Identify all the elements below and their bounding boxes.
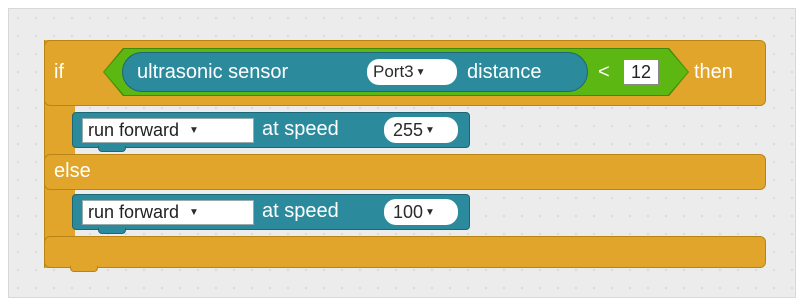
then-label: then — [694, 61, 733, 83]
action-dropdown-else[interactable]: run forward ▼ — [82, 200, 254, 225]
block-bottom-notch — [70, 266, 98, 272]
chevron-down-icon: ▼ — [415, 66, 426, 78]
else-block-divider[interactable] — [44, 154, 766, 190]
if-label: if — [54, 61, 64, 83]
block-notch — [98, 146, 126, 152]
distance-label: distance — [467, 61, 542, 83]
action-dropdown-then[interactable]: run forward ▼ — [82, 118, 254, 143]
port-value: Port3 — [373, 62, 414, 81]
action-value: run forward — [88, 202, 180, 222]
block-notch — [98, 228, 126, 234]
port-dropdown[interactable]: Port3 ▼ — [367, 59, 457, 85]
action-value: run forward — [88, 120, 180, 140]
speed-dropdown-else[interactable]: 100 ▼ — [384, 199, 458, 225]
speed-dropdown-then[interactable]: 255 ▼ — [384, 117, 458, 143]
at-speed-label: at speed — [262, 118, 339, 140]
speed-value: 255 — [393, 119, 424, 140]
distance-threshold-input[interactable]: 12 — [623, 59, 659, 85]
chevron-down-icon: ▼ — [425, 124, 435, 136]
chevron-down-icon: ▼ — [189, 207, 199, 218]
at-speed-label: at speed — [262, 200, 339, 222]
speed-value: 100 — [393, 201, 424, 222]
else-label: else — [54, 160, 91, 182]
if-else-block-footer[interactable] — [44, 236, 766, 268]
ultrasonic-sensor-label: ultrasonic sensor — [137, 61, 289, 83]
chevron-down-icon: ▼ — [189, 125, 199, 136]
chevron-down-icon: ▼ — [425, 206, 435, 218]
less-than-operator-symbol: < — [598, 61, 610, 83]
